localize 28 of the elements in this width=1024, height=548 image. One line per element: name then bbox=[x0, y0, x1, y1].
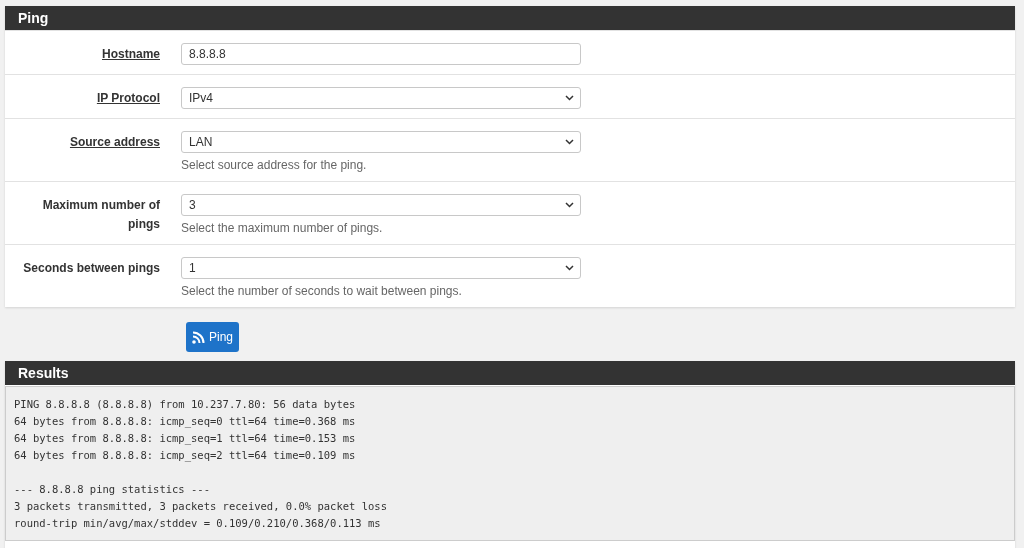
field-label: Seconds between pings bbox=[23, 260, 160, 277]
help-text: Select the number of seconds to wait between pings. bbox=[181, 284, 463, 298]
output-line: round-trip min/avg/max/stddev = 0.109/0.210/0.368/0.113 ms bbox=[14, 516, 382, 531]
text-field[interactable]: 8.8.8.8 bbox=[181, 43, 581, 65]
select-field[interactable]: IPv4 bbox=[181, 87, 581, 109]
caret-icon bbox=[565, 95, 574, 101]
select-field[interactable]: 1 bbox=[181, 257, 581, 279]
panel-title: Results bbox=[5, 361, 1015, 385]
panel-title: Ping bbox=[5, 6, 1015, 30]
select-field[interactable]: LAN bbox=[181, 131, 581, 153]
caret-icon bbox=[565, 265, 574, 271]
ping-button[interactable]: Ping bbox=[186, 322, 240, 352]
caret-icon bbox=[565, 139, 574, 145]
output-line: 64 bytes from 8.8.8.8: icmp_seq=2 ttl=64 time=0.109 ms bbox=[14, 448, 357, 464]
help-text: Select the maximum number of pings. bbox=[181, 221, 384, 235]
output-line: PING 8.8.8.8 (8.8.8.8) from 10.237.7.80: 56 data bytes bbox=[14, 397, 357, 412]
output-line: 64 bytes from 8.8.8.8: icmp_seq=0 ttl=64 time=0.368 ms bbox=[14, 414, 357, 430]
output-line: 3 packets transmitted, 3 packets received, 0.0% packet loss bbox=[14, 499, 388, 514]
field-label: Maximum number of pings bbox=[41, 197, 160, 233]
caret-icon bbox=[565, 202, 574, 208]
help-link[interactable]: Hostname bbox=[102, 43, 160, 64]
help-link[interactable]: Source address bbox=[69, 131, 160, 152]
select-field[interactable]: 3 bbox=[181, 194, 581, 216]
help-text: Select source address for the ping. bbox=[181, 158, 368, 172]
help-link[interactable]: IP Protocol bbox=[96, 87, 160, 108]
rss-icon bbox=[192, 330, 205, 344]
output-line: --- 8.8.8.8 ping statistics --- bbox=[14, 482, 211, 497]
output-line: 64 bytes from 8.8.8.8: icmp_seq=1 ttl=64 time=0.153 ms bbox=[14, 431, 357, 447]
